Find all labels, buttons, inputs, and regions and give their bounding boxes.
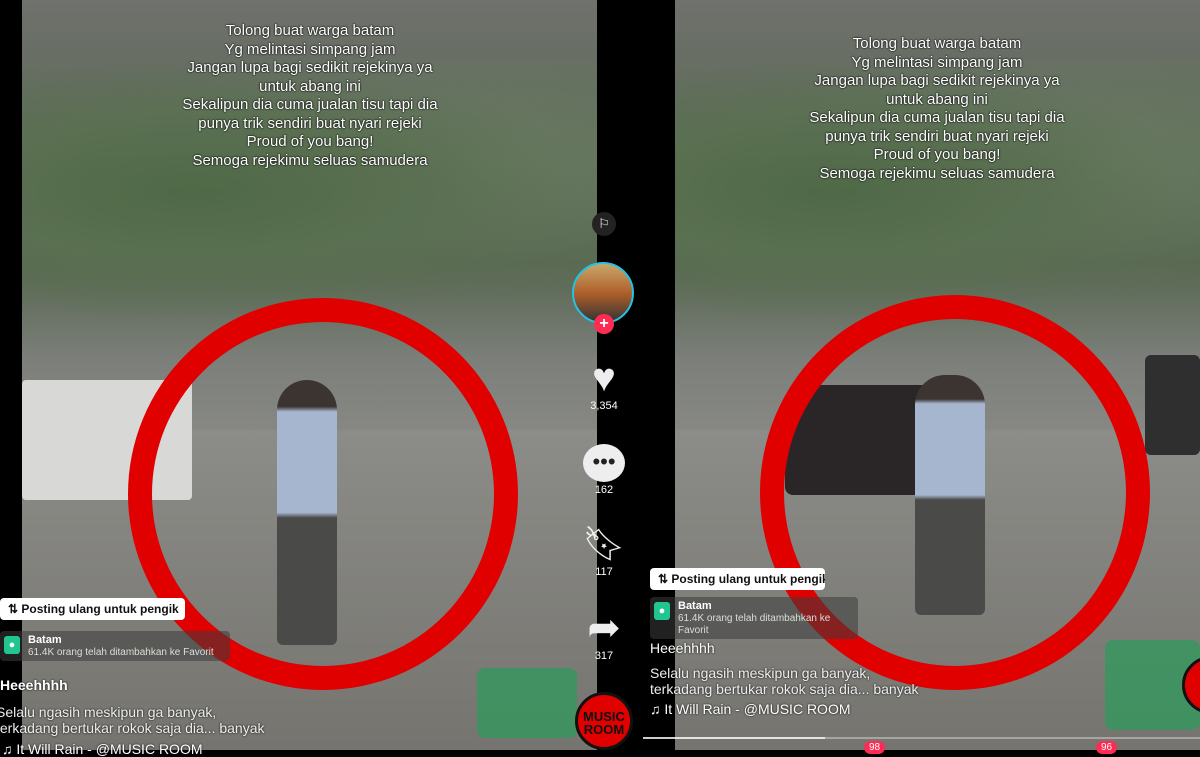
caption-line: Semoga rejekimu seluas samudera: [819, 164, 1055, 182]
music-room-logo[interactable]: MUSIC ROOM: [575, 692, 633, 750]
username[interactable]: Heeehhhh: [0, 677, 68, 693]
repost-button[interactable]: ⇅ Posting ulang untuk pengik: [0, 598, 185, 620]
van: [1145, 355, 1200, 455]
desc-line: Selalu ngasih meskipun ga banyak,: [0, 704, 217, 720]
location-tag[interactable]: ● Batam 61.4K orang telah ditambahkan ke F…: [650, 597, 858, 639]
caption-line: Jangan lupa bagi sedikit rejekinya ya: [814, 72, 1060, 89]
comment-count: 162: [594, 484, 614, 496]
save-count: 117: [595, 566, 613, 578]
video-caption-right: Tolong buat warga batam Yg melintasi sim…: [757, 35, 1117, 183]
description: Selalu ngasih meskipun ga banyak, terkada…: [650, 665, 919, 697]
repost-label: Posting ulang untuk pengik: [21, 602, 179, 616]
desc-line: Selalu ngasih meskipun ga banyak,: [650, 665, 871, 681]
location-tag[interactable]: ● Batam 61.4K orang telah ditambahkan ke F…: [0, 631, 230, 661]
video-caption-left: Tolong buat warga batam Yg melintasi sim…: [130, 22, 490, 170]
share-icon: ➦: [587, 606, 621, 650]
music-title: It Will Rain - @MUSIC ROOM: [664, 701, 851, 717]
heart-icon: ♥: [592, 356, 616, 400]
music-note-icon: ♫: [2, 741, 17, 757]
caption-line: Yg melintasi simpang jam: [224, 40, 396, 58]
music-note-icon: ♫: [650, 701, 665, 717]
progress-fill: [643, 737, 825, 739]
repost-button[interactable]: ⇅ Posting ulang untuk pengikut: [650, 568, 825, 590]
desc-line: terkadang bertukar rokok saja dia... ban…: [0, 720, 265, 736]
flag-icon[interactable]: ⚐: [592, 212, 616, 236]
like-button[interactable]: ♥ 3,354: [574, 356, 634, 412]
caption-line: Jangan lupa bagi sedikit rejekinya ya: [187, 59, 433, 76]
location-pin-icon: ●: [4, 636, 20, 654]
notification-badge: 96: [1096, 741, 1118, 754]
caption-line: punya trik sendiri buat nyari rejeki: [825, 127, 1049, 145]
comment-icon: •••: [574, 440, 634, 484]
repost-label: Posting ulang untuk pengikut: [671, 572, 825, 586]
caption-line: Proud of you bang!: [873, 146, 1001, 163]
location-pin-icon: ●: [654, 602, 670, 620]
caption-line: Proud of you bang!: [246, 133, 374, 150]
location-sub: 61.4K orang telah ditambahkan ke Favorit: [28, 647, 214, 658]
location-name: Batam: [28, 634, 62, 646]
repost-icon: ⇅: [8, 602, 22, 616]
desc-line: terkadang bertukar rokok saja dia... ban…: [650, 681, 919, 697]
caption-line: untuk abang ini: [259, 77, 361, 95]
username[interactable]: Heeehhhh: [650, 640, 715, 656]
caption-line: Tolong buat warga batam: [852, 35, 1022, 52]
save-button[interactable]: 🔖︎ 117: [574, 522, 634, 578]
location-sub: 61.4K orang telah ditambahkan ke Favorit: [678, 613, 831, 636]
follow-plus-icon[interactable]: +: [594, 314, 614, 334]
like-count: 3,354: [590, 400, 618, 412]
caption-line: Tolong buat warga batam: [225, 22, 395, 39]
green-bin: [477, 668, 577, 738]
bookmark-icon: 🔖︎: [582, 525, 626, 563]
music-title: It Will Rain - @MUSIC ROOM: [16, 741, 203, 757]
caption-line: Semoga rejekimu seluas samudera: [192, 151, 428, 169]
caption-line: Sekalipun dia cuma jualan tisu tapi dia: [809, 109, 1065, 126]
caption-line: untuk abang ini: [886, 90, 988, 108]
description: Selalu ngasih meskipun ga banyak, terkada…: [0, 704, 265, 736]
caption-line: Sekalipun dia cuma jualan tisu tapi dia: [182, 96, 438, 113]
share-button[interactable]: ➦ 317: [574, 606, 634, 662]
music-link[interactable]: ♫ It Will Rain - @MUSIC ROOM: [2, 741, 203, 757]
music-link[interactable]: ♫ It Will Rain - @MUSIC ROOM: [650, 701, 851, 717]
notification-badge: 98: [864, 741, 886, 754]
location-name: Batam: [678, 600, 712, 612]
share-count: 317: [594, 650, 614, 662]
caption-line: Yg melintasi simpang jam: [851, 53, 1023, 71]
comment-button[interactable]: ••• 162: [574, 440, 634, 496]
repost-icon: ⇅: [658, 572, 672, 586]
caption-line: punya trik sendiri buat nyari rejeki: [198, 114, 422, 132]
